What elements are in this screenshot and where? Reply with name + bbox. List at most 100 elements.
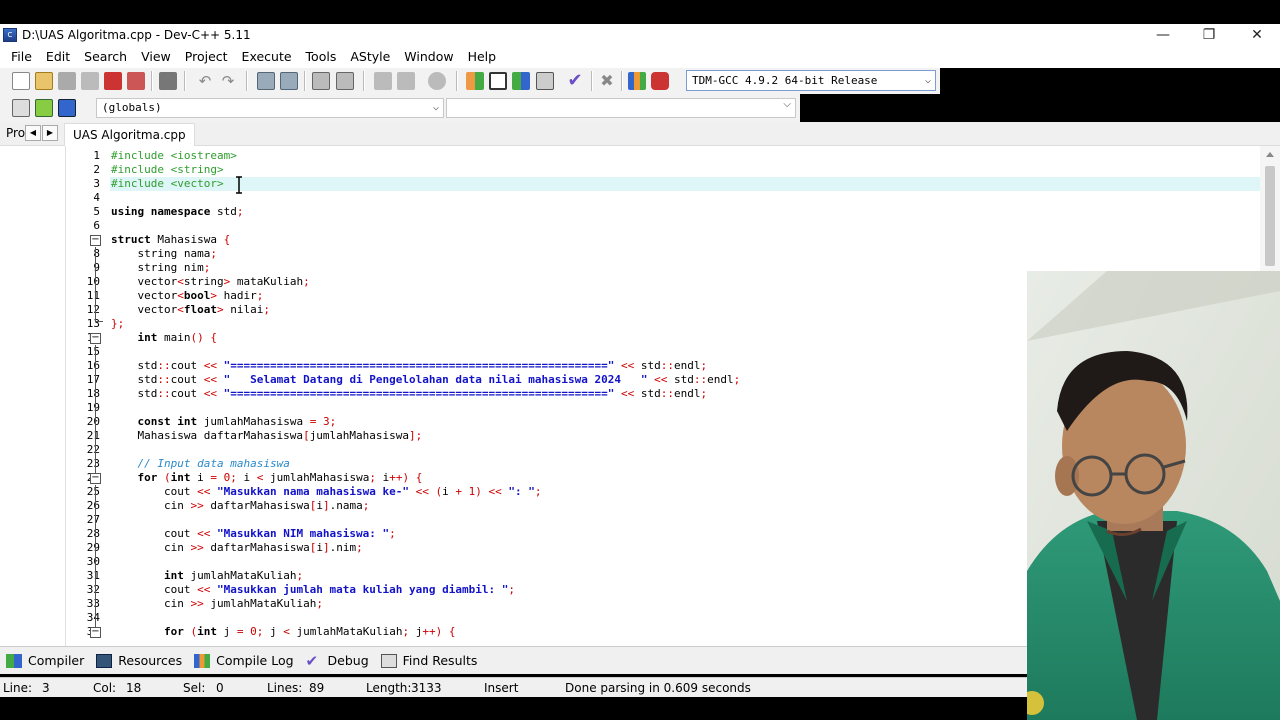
- minimize-button[interactable]: —: [1140, 24, 1186, 46]
- project-panel: [0, 146, 66, 646]
- close-all-icon[interactable]: [127, 72, 145, 90]
- code-line[interactable]: vector<string> mataKuliah;: [111, 275, 309, 289]
- code-line[interactable]: int jumlahMataKuliah;: [111, 569, 303, 583]
- goto-line-icon[interactable]: [312, 72, 330, 90]
- code-line[interactable]: std::cout << "==========================…: [111, 359, 707, 373]
- code-line[interactable]: cout << "Masukkan nama mahasiswa ke-" <<…: [111, 485, 542, 499]
- code-line[interactable]: #include <iostream>: [111, 149, 237, 163]
- code-line[interactable]: const int jumlahMahasiswa = 3;: [111, 415, 337, 429]
- run-icon[interactable]: [489, 72, 507, 90]
- redo-icon[interactable]: ↷: [219, 72, 237, 90]
- code-line[interactable]: vector<bool> hadir;: [111, 289, 263, 303]
- code-line[interactable]: string nim;: [111, 261, 210, 275]
- unindent-icon[interactable]: [397, 72, 415, 90]
- save-all-icon[interactable]: [81, 72, 99, 90]
- stop-execution-icon[interactable]: ✖: [598, 72, 616, 90]
- menu-project[interactable]: Project: [178, 46, 235, 68]
- tab-compile-log[interactable]: Compile Log: [194, 653, 294, 668]
- code-line[interactable]: for (int j = 0; j < jumlahMataKuliah; j+…: [111, 625, 455, 639]
- code-line[interactable]: cin >> daftarMahasiswa[i].nama;: [111, 499, 369, 513]
- save-icon[interactable]: [58, 72, 76, 90]
- scope-select-value: (globals): [102, 101, 162, 114]
- code-line[interactable]: cin >> jumlahMataKuliah;: [111, 597, 323, 611]
- line-number: 31: [86, 569, 100, 582]
- member-select[interactable]: ⌵: [446, 98, 796, 118]
- restore-button[interactable]: ❐: [1186, 24, 1232, 46]
- menu-window[interactable]: Window: [397, 46, 460, 68]
- fold-end: [95, 321, 103, 322]
- code-line[interactable]: cin >> daftarMahasiswa[i].nim;: [111, 541, 363, 555]
- code-line[interactable]: int main() {: [111, 331, 218, 345]
- compiler-select[interactable]: TDM-GCC 4.9.2 64-bit Release ⌵: [686, 70, 936, 91]
- menu-execute[interactable]: Execute: [235, 46, 299, 68]
- code-line[interactable]: // Input data mahasiswa: [111, 457, 290, 471]
- profile-icon[interactable]: [628, 72, 646, 90]
- tab-uas-algoritma[interactable]: UAS Algoritma.cpp: [64, 123, 195, 147]
- toggle-bookmark-icon[interactable]: [336, 72, 354, 90]
- code-line[interactable]: #include <vector>: [111, 177, 224, 191]
- menu-search[interactable]: Search: [77, 46, 134, 68]
- fold-minus-icon[interactable]: −: [90, 235, 101, 246]
- line-number: 10: [86, 275, 100, 288]
- menu-edit[interactable]: Edit: [39, 46, 77, 68]
- scrollbar-thumb[interactable]: [1265, 166, 1275, 266]
- compile-run-icon[interactable]: [512, 72, 530, 90]
- tab-debug[interactable]: ✔ Debug: [306, 653, 369, 668]
- title-bar: C D:\UAS Algoritma.cpp - Dev-C++ 5.11 — …: [0, 24, 1280, 46]
- text-cursor-icon: [236, 176, 242, 194]
- syntax-check-icon[interactable]: ✔: [566, 72, 584, 90]
- code-line[interactable]: cout << "Masukkan NIM mahasiswa: ";: [111, 527, 396, 541]
- code-line[interactable]: cout << "Masukkan jumlah mata kuliah yan…: [111, 583, 515, 597]
- resources-icon: [96, 653, 113, 668]
- delete-profile-icon[interactable]: [651, 72, 669, 90]
- replace-icon[interactable]: [280, 72, 298, 90]
- scope-select[interactable]: (globals) ⌵: [96, 98, 444, 118]
- open-file-icon[interactable]: [35, 72, 53, 90]
- code-line[interactable]: struct Mahasiswa {: [111, 233, 230, 247]
- menu-view[interactable]: View: [134, 46, 178, 68]
- code-line[interactable]: Mahasiswa daftarMahasiswa[jumlahMahasisw…: [111, 429, 422, 443]
- tab-scroll-left-icon[interactable]: ◀: [25, 125, 41, 141]
- find-icon[interactable]: [257, 72, 275, 90]
- scroll-up-icon[interactable]: [1266, 152, 1274, 157]
- line-number: 27: [86, 513, 100, 526]
- menu-tools[interactable]: Tools: [299, 46, 344, 68]
- tab-compiler[interactable]: Compiler: [6, 653, 84, 668]
- undo-icon[interactable]: ↶: [196, 72, 214, 90]
- menu-help[interactable]: Help: [461, 46, 504, 68]
- fold-minus-icon[interactable]: −: [90, 333, 101, 344]
- code-line[interactable]: std::cout << " Selamat Datang di Pengelo…: [111, 373, 740, 387]
- line-number: 32: [86, 583, 100, 596]
- menu-astyle[interactable]: AStyle: [343, 46, 397, 68]
- code-line[interactable]: std::cout << "==========================…: [111, 387, 707, 401]
- code-line[interactable]: vector<float> nilai;: [111, 303, 270, 317]
- indent-icon[interactable]: [374, 72, 392, 90]
- fold-minus-icon[interactable]: −: [90, 627, 101, 638]
- status-length-value: 3133: [411, 681, 442, 695]
- project-panel-tab[interactable]: Pro: [6, 126, 25, 140]
- code-line[interactable]: using namespace std;: [111, 205, 243, 219]
- code-line[interactable]: string nama;: [111, 247, 216, 261]
- code-line[interactable]: };: [111, 317, 124, 331]
- compile-icon[interactable]: [466, 72, 484, 90]
- rebuild-icon[interactable]: [536, 72, 554, 90]
- print-icon[interactable]: [159, 72, 177, 90]
- toggle-comment-icon[interactable]: [428, 72, 446, 90]
- close-file-icon[interactable]: [104, 72, 122, 90]
- code-line[interactable]: for (int i = 0; i < jumlahMahasiswa; i++…: [111, 471, 423, 485]
- menu-file[interactable]: File: [4, 46, 39, 68]
- new-file-icon[interactable]: [12, 72, 30, 90]
- goto-declaration-icon[interactable]: [58, 99, 76, 117]
- code-line[interactable]: #include <string>: [111, 163, 224, 177]
- line-number: 19: [86, 401, 100, 414]
- close-button[interactable]: ✕: [1234, 24, 1280, 46]
- tab-resources[interactable]: Resources: [96, 653, 182, 668]
- tab-find-results[interactable]: Find Results: [380, 653, 477, 668]
- fold-minus-icon[interactable]: −: [90, 473, 101, 484]
- line-number: 29: [86, 541, 100, 554]
- new-class-icon[interactable]: [12, 99, 30, 117]
- tab-scroll-right-icon[interactable]: ▶: [42, 125, 58, 141]
- line-number: 23: [86, 457, 100, 470]
- tab-compile-log-label: Compile Log: [216, 653, 294, 668]
- insert-icon[interactable]: [35, 99, 53, 117]
